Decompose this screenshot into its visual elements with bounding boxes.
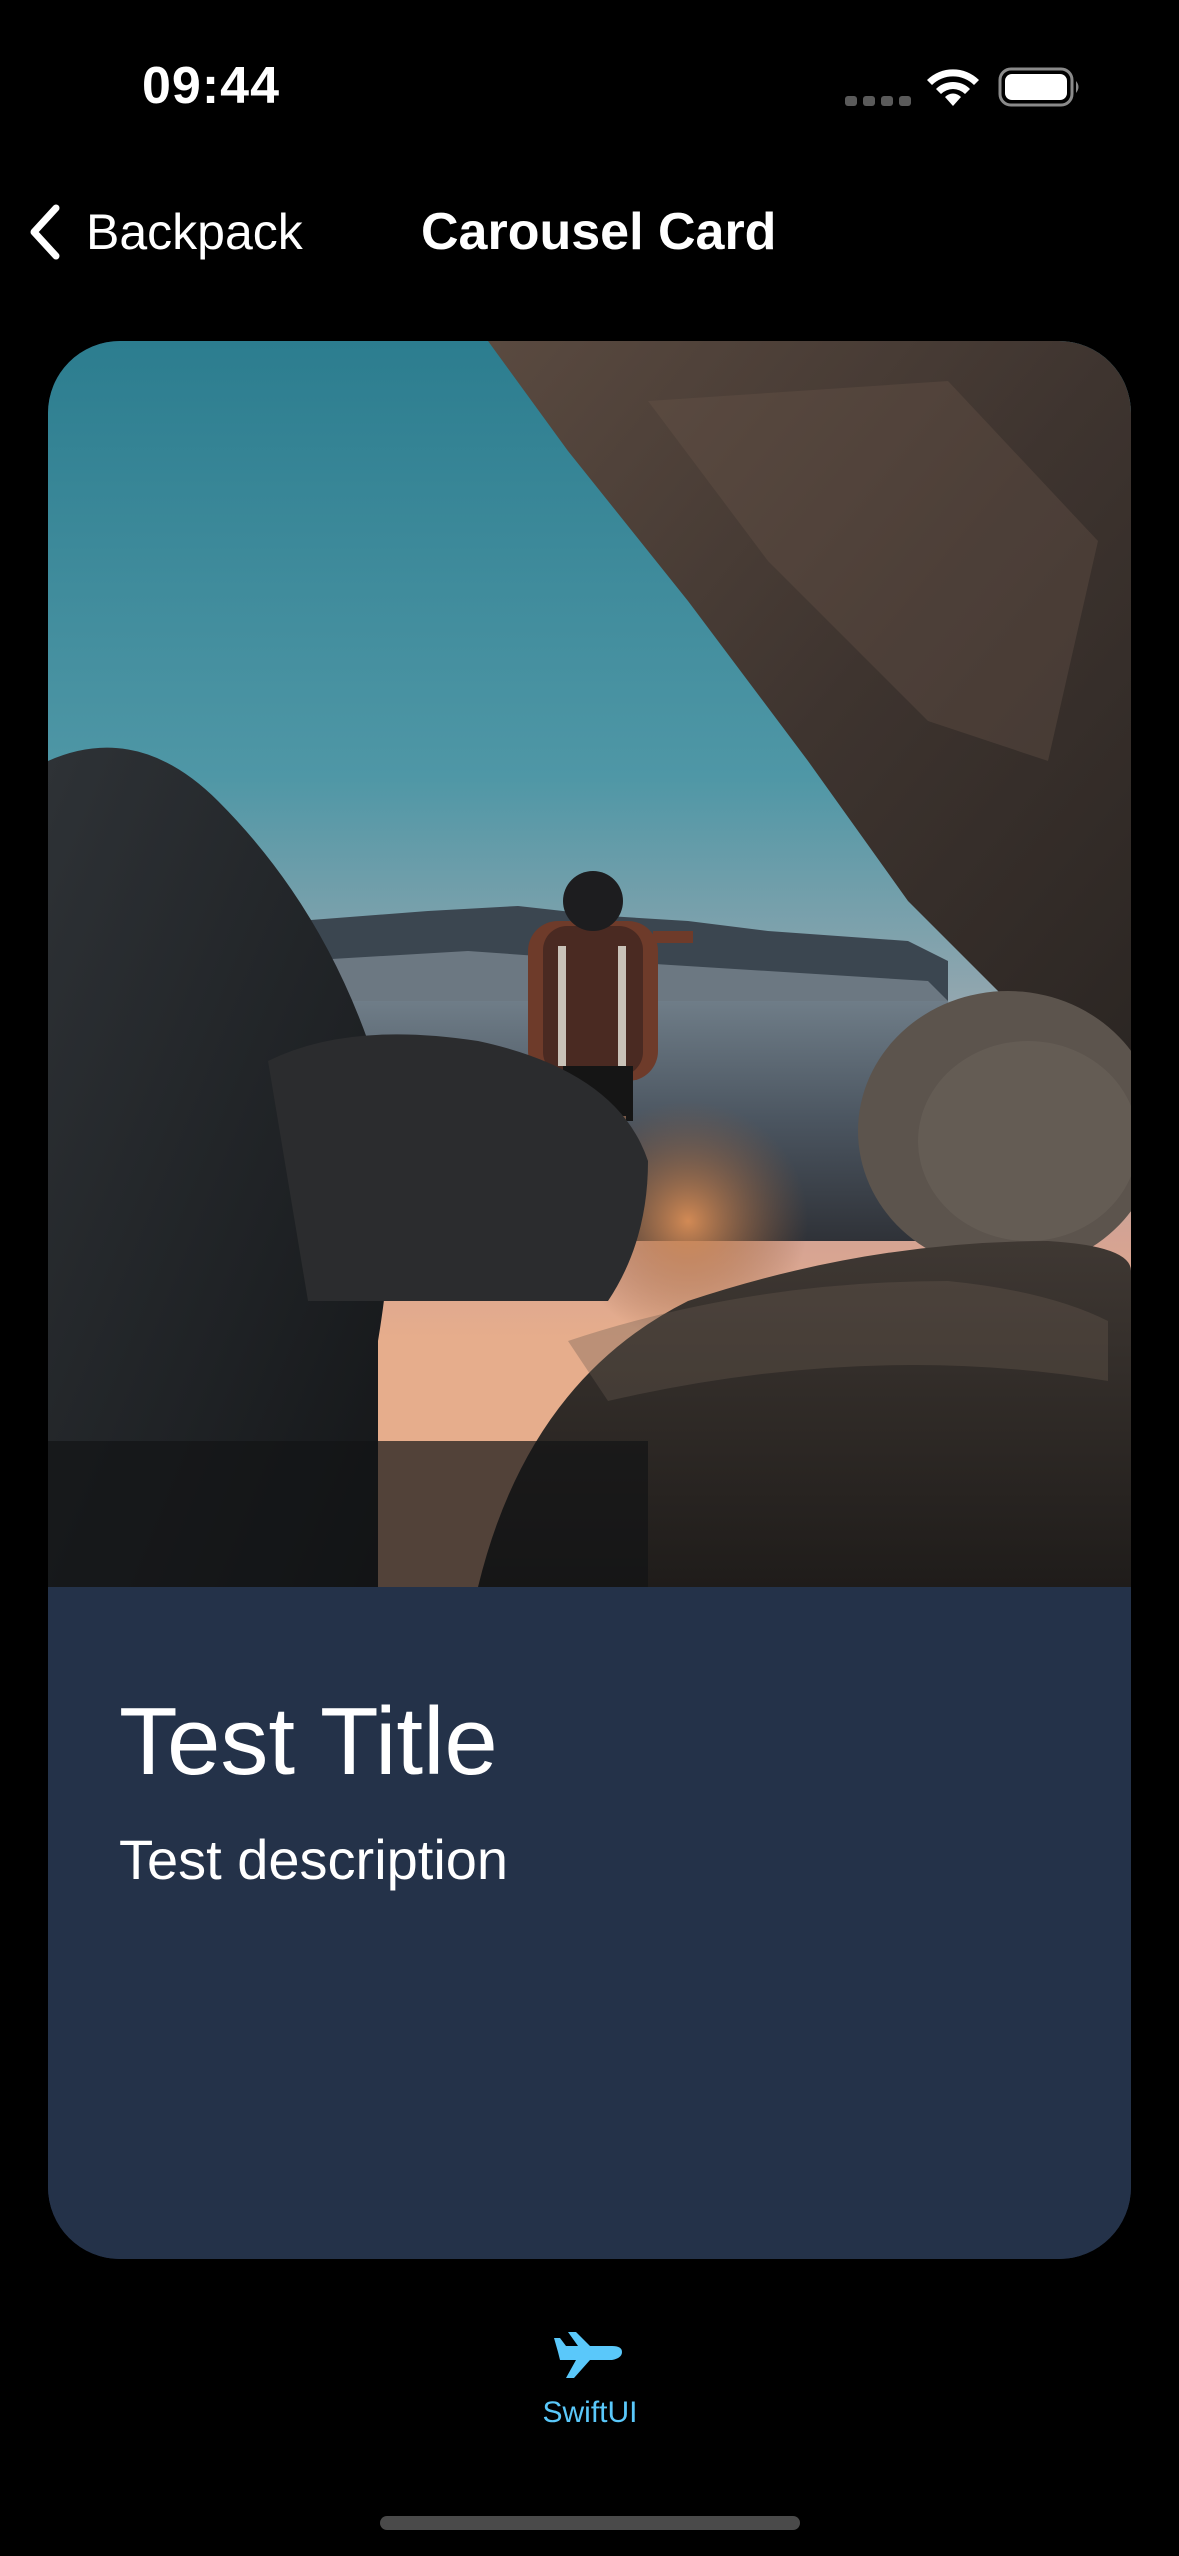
home-indicator[interactable] [380, 2516, 800, 2530]
airplane-icon [554, 2332, 622, 2378]
card-image [48, 341, 1131, 1587]
card-description: Test description [119, 1828, 509, 1891]
signal-dots-icon [845, 96, 911, 106]
tab-label: SwiftUI [542, 2396, 638, 2429]
card-body: Test Title Test description [48, 1587, 1131, 2259]
status-bar: 09:44 [0, 0, 1179, 170]
page-title: Carousel Card [421, 203, 777, 261]
nav-title-container: Carousel Card [0, 196, 1179, 268]
card-title: Test Title [119, 1688, 498, 1795]
tab-swiftui[interactable]: SwiftUI [520, 2330, 660, 2470]
wifi-icon [927, 69, 979, 106]
status-time: 09:44 [142, 57, 280, 115]
carousel-card[interactable]: Test Title Test description [48, 341, 1131, 2259]
battery-icon [998, 67, 1079, 107]
navigation-bar: Backpack Carousel Card [0, 170, 1179, 290]
